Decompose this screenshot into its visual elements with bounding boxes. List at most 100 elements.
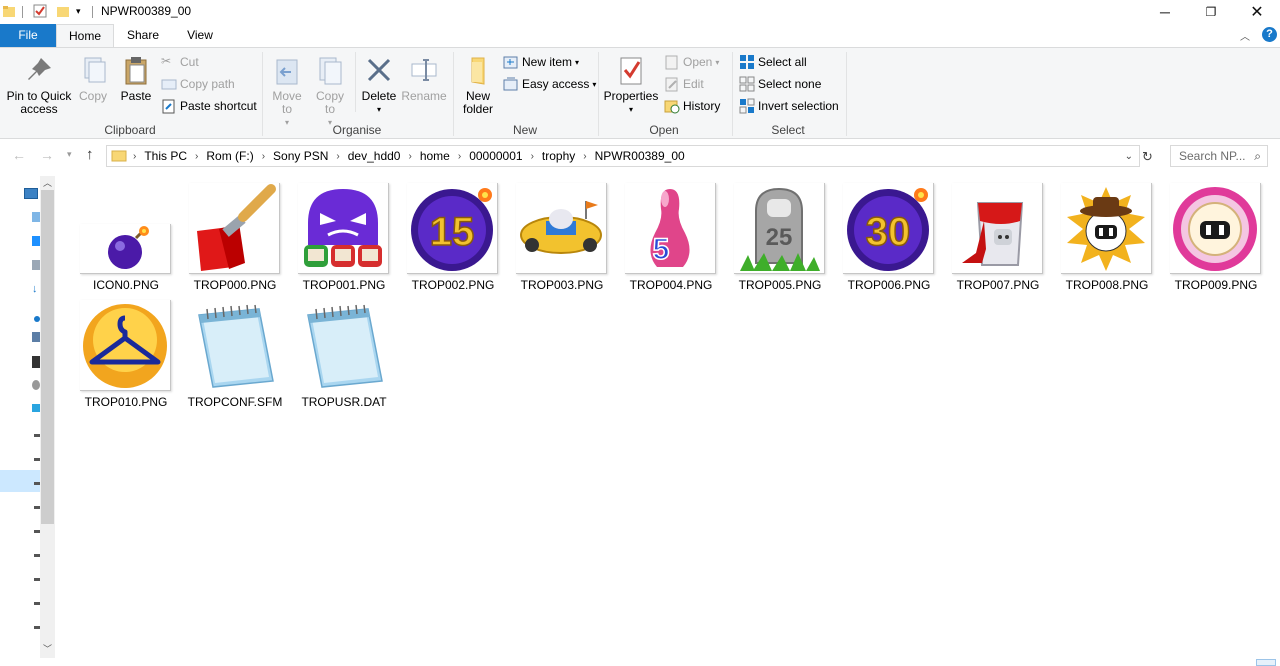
navigation-scrollbar[interactable]: ︿ ﹀	[40, 176, 55, 658]
file-item[interactable]: ICON0.PNG	[76, 180, 176, 296]
nav-local-disk-icon[interactable]	[32, 380, 40, 390]
restore-button[interactable]: ❐	[1188, 0, 1234, 24]
back-arrow-icon[interactable]: ←	[12, 147, 26, 163]
address-bar[interactable]: › This PC › Rom (F:) › Sony PSN › dev_hd…	[106, 145, 1140, 167]
select-none-button[interactable]: Select none	[739, 75, 821, 93]
new-item-button[interactable]: New item ▾	[503, 53, 579, 71]
breadcrumb-chevron-icon[interactable]: ›	[332, 151, 343, 162]
breadcrumb-chevron-icon[interactable]: ›	[579, 151, 590, 162]
scrollbar-thumb[interactable]	[41, 190, 54, 524]
cut-button[interactable]: ✂ Cut	[161, 53, 199, 71]
tab-share[interactable]: Share	[114, 24, 172, 47]
forward-arrow-icon[interactable]: →	[40, 147, 54, 163]
number-15-medal-icon: 15	[407, 183, 498, 274]
open-group-label: Open	[649, 123, 679, 137]
breadcrumb-chevron-icon[interactable]: ›	[258, 151, 269, 162]
number-30-medal-icon: 30	[843, 183, 934, 274]
help-icon[interactable]: ?	[1262, 27, 1277, 42]
view-toggle-icon[interactable]	[1256, 659, 1276, 666]
copy-path-button[interactable]: Copy path	[161, 75, 235, 93]
tab-home[interactable]: Home	[56, 24, 114, 48]
refresh-icon[interactable]: ↻	[1142, 149, 1153, 165]
properties-quick-icon[interactable]	[33, 4, 47, 21]
nav-selected-highlight[interactable]	[0, 470, 40, 492]
select-all-button[interactable]: Select all	[739, 53, 807, 71]
properties-icon	[615, 54, 647, 86]
bowling-pin-5-icon: 5	[625, 183, 716, 274]
organise-group-label: Organise	[332, 123, 382, 137]
file-item[interactable]: TROP009.PNG	[1166, 180, 1266, 296]
this-pc-icon[interactable]	[24, 188, 38, 199]
file-item[interactable]: TROP003.PNG	[512, 180, 612, 296]
file-item[interactable]: 30 TROP006.PNG	[839, 180, 939, 296]
group-separator	[453, 52, 454, 136]
breadcrumb-chevron-icon[interactable]: ›	[129, 151, 140, 162]
breadcrumb-item[interactable]: This PC	[140, 149, 191, 163]
customize-qa-chevron-icon[interactable]: ▾	[76, 6, 81, 17]
file-item[interactable]: 25 TROP005.PNG	[730, 180, 830, 296]
file-item[interactable]: 5 TROP004.PNG	[621, 180, 721, 296]
nav-pictures-icon[interactable]	[32, 332, 40, 342]
search-box[interactable]: Search NP... ⌕	[1170, 145, 1268, 167]
nav-desktop-icon[interactable]	[32, 236, 40, 246]
file-name: TROP006.PNG	[847, 278, 931, 292]
scroll-down-icon[interactable]: ﹀	[43, 642, 52, 655]
minimize-button[interactable]: ─	[1142, 0, 1188, 24]
delete-button[interactable]: Delete ▾	[359, 54, 399, 116]
new-folder-button[interactable]: New folder	[458, 54, 498, 116]
open-button[interactable]: Open ▾	[664, 53, 719, 71]
copy-to-button[interactable]: Copy to ▾	[311, 54, 349, 129]
copy-button[interactable]: Copy	[74, 54, 112, 103]
breadcrumb-item[interactable]: NPWR00389_00	[591, 149, 689, 163]
invert-selection-button[interactable]: Invert selection	[739, 97, 839, 115]
file-item[interactable]: TROP000.PNG	[185, 180, 285, 296]
breadcrumb-item[interactable]: home	[416, 149, 454, 163]
up-arrow-icon[interactable]: ↑	[86, 146, 94, 163]
move-to-button[interactable]: Move to ▾	[268, 54, 306, 129]
new-folder-quick-icon[interactable]	[56, 4, 70, 21]
address-dropdown-chevron-icon[interactable]: ⌄	[1125, 151, 1133, 162]
svg-text:15: 15	[430, 210, 475, 254]
paintbrush-icon	[189, 183, 280, 274]
nav-network-icon[interactable]	[32, 404, 40, 412]
file-item[interactable]: TROPCONF.SFM	[185, 297, 285, 413]
paint-bucket-icon	[952, 183, 1043, 274]
file-item[interactable]: 15 TROP002.PNG	[403, 180, 503, 296]
edit-button[interactable]: Edit	[664, 75, 704, 93]
file-name: TROP007.PNG	[956, 278, 1040, 292]
breadcrumb-item[interactable]: dev_hdd0	[344, 149, 405, 163]
file-name: TROP000.PNG	[193, 278, 277, 292]
pin-quick-access-button[interactable]: Pin to Quick access	[4, 54, 74, 116]
collapse-ribbon-icon[interactable]: ︿	[1240, 28, 1250, 43]
file-item[interactable]: TROP008.PNG	[1057, 180, 1157, 296]
rename-button[interactable]: Rename	[401, 54, 447, 103]
history-button[interactable]: History	[664, 97, 720, 115]
nav-3d-objects-icon[interactable]	[32, 212, 40, 222]
nav-documents-icon[interactable]	[32, 260, 40, 270]
paste-shortcut-button[interactable]: Paste shortcut	[161, 97, 257, 115]
breadcrumb-item[interactable]: 00000001	[465, 149, 526, 163]
file-item[interactable]: TROP010.PNG	[76, 297, 176, 413]
nav-videos-icon[interactable]	[32, 356, 40, 368]
file-item[interactable]: TROPUSR.DAT	[294, 297, 394, 413]
tab-file[interactable]: File	[0, 24, 56, 47]
file-item[interactable]: TROP007.PNG	[948, 180, 1048, 296]
breadcrumb-chevron-icon[interactable]: ›	[454, 151, 465, 162]
group-separator	[732, 52, 733, 136]
paste-button[interactable]: Paste	[116, 54, 156, 103]
file-item[interactable]: TROP001.PNG	[294, 180, 394, 296]
close-button[interactable]: ✕	[1234, 0, 1280, 24]
breadcrumb-chevron-icon[interactable]: ›	[191, 151, 202, 162]
nav-downloads-icon[interactable]: ↓	[32, 284, 40, 295]
breadcrumb-item[interactable]: Rom (F:)	[202, 149, 257, 163]
tab-view[interactable]: View	[172, 24, 228, 47]
breadcrumb-item[interactable]: Sony PSN	[269, 149, 332, 163]
select-none-icon	[739, 76, 755, 92]
easy-access-button[interactable]: Easy access ▾	[503, 75, 596, 93]
properties-button[interactable]: Properties ▾	[603, 54, 659, 116]
recent-locations-chevron-icon[interactable]: ▾	[67, 149, 72, 160]
scroll-up-icon[interactable]: ︿	[43, 176, 52, 189]
breadcrumb-item[interactable]: trophy	[538, 149, 579, 163]
breadcrumb-chevron-icon[interactable]: ›	[527, 151, 538, 162]
breadcrumb-chevron-icon[interactable]: ›	[404, 151, 415, 162]
